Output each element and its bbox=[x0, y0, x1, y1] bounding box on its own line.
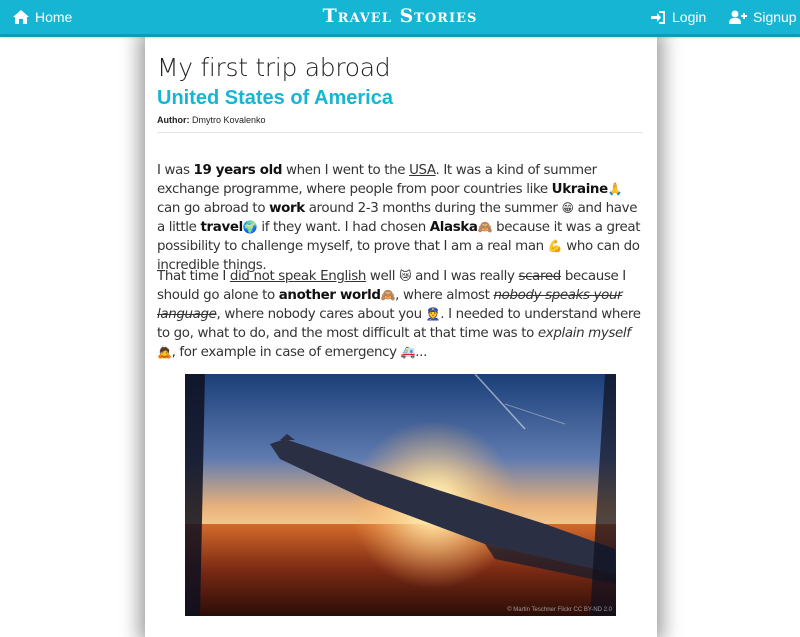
text: , where nobody cares about you bbox=[216, 307, 426, 322]
text: if they want. I had chosen bbox=[257, 220, 430, 235]
story-paragraph-2: That time I did not speak English well 😿… bbox=[157, 267, 647, 362]
photo-credit: © Martin Teschner Flickr CC BY-ND 2.0 bbox=[507, 607, 612, 613]
italic-text: explain myself bbox=[537, 326, 631, 341]
top-navbar: Home Travel Stories Login Signup bbox=[0, 0, 800, 37]
login-label: Login bbox=[672, 9, 707, 25]
crying-cat-emoji: 😿 bbox=[399, 269, 412, 283]
author-label: Author: bbox=[157, 115, 190, 125]
text: ... bbox=[415, 345, 427, 360]
airplane-sunset-photo: © Martin Teschner Flickr CC BY-ND 2.0 bbox=[185, 374, 616, 616]
monkey-emoji: 🙈 bbox=[380, 288, 396, 302]
sign-in-icon bbox=[651, 10, 665, 24]
text: can go abroad to bbox=[157, 201, 270, 216]
signup-link[interactable]: Signup bbox=[729, 9, 797, 25]
underlined-text: USA bbox=[409, 163, 436, 178]
text: , for example in case of emergency bbox=[171, 345, 401, 360]
bold-text: travel bbox=[200, 220, 243, 235]
monkey-emoji: 🙈 bbox=[477, 220, 493, 234]
globe-emoji: 🌍 bbox=[242, 220, 258, 234]
story-card: My first trip abroad United States of Am… bbox=[145, 37, 657, 637]
underlined-text: did not speak English bbox=[229, 269, 367, 284]
text: when I went to the bbox=[282, 163, 410, 178]
signup-label: Signup bbox=[753, 9, 797, 25]
user-plus-icon bbox=[729, 10, 747, 24]
text: around 2-3 months during the summer bbox=[304, 201, 562, 216]
police-emoji: 👮 bbox=[425, 307, 441, 321]
bowing-emoji: 🙇 bbox=[157, 345, 172, 359]
muscle-emoji: 💪 bbox=[547, 239, 563, 253]
title-divider bbox=[157, 132, 643, 133]
text: I was bbox=[157, 163, 194, 178]
strikethrough-text: scared bbox=[518, 269, 562, 284]
story-country: United States of America bbox=[157, 87, 393, 109]
bold-text: work bbox=[269, 201, 305, 216]
story-title: My first trip abroad bbox=[157, 53, 391, 82]
bold-text: 19 years old bbox=[193, 163, 283, 178]
text: That time I bbox=[157, 269, 230, 284]
text: and I was really bbox=[411, 269, 519, 284]
brand-link[interactable]: Travel Stories bbox=[323, 5, 478, 27]
story-author: Author: Dmytro Kovalenko bbox=[157, 115, 266, 125]
pray-emoji: 🙏 bbox=[607, 182, 623, 196]
bold-text: Ukraine bbox=[551, 182, 609, 197]
ambulance-emoji: 🚑 bbox=[400, 345, 416, 359]
bold-text: Alaska bbox=[429, 220, 478, 235]
story-paragraph-1: I was 19 years old when I went to the US… bbox=[157, 161, 647, 275]
bold-text: another world bbox=[278, 288, 381, 303]
login-link[interactable]: Login bbox=[651, 9, 706, 25]
text: , where almost bbox=[395, 288, 494, 303]
grin-emoji: 😁 bbox=[561, 201, 575, 215]
author-name: Dmytro Kovalenko bbox=[192, 115, 266, 125]
text: well bbox=[366, 269, 400, 284]
